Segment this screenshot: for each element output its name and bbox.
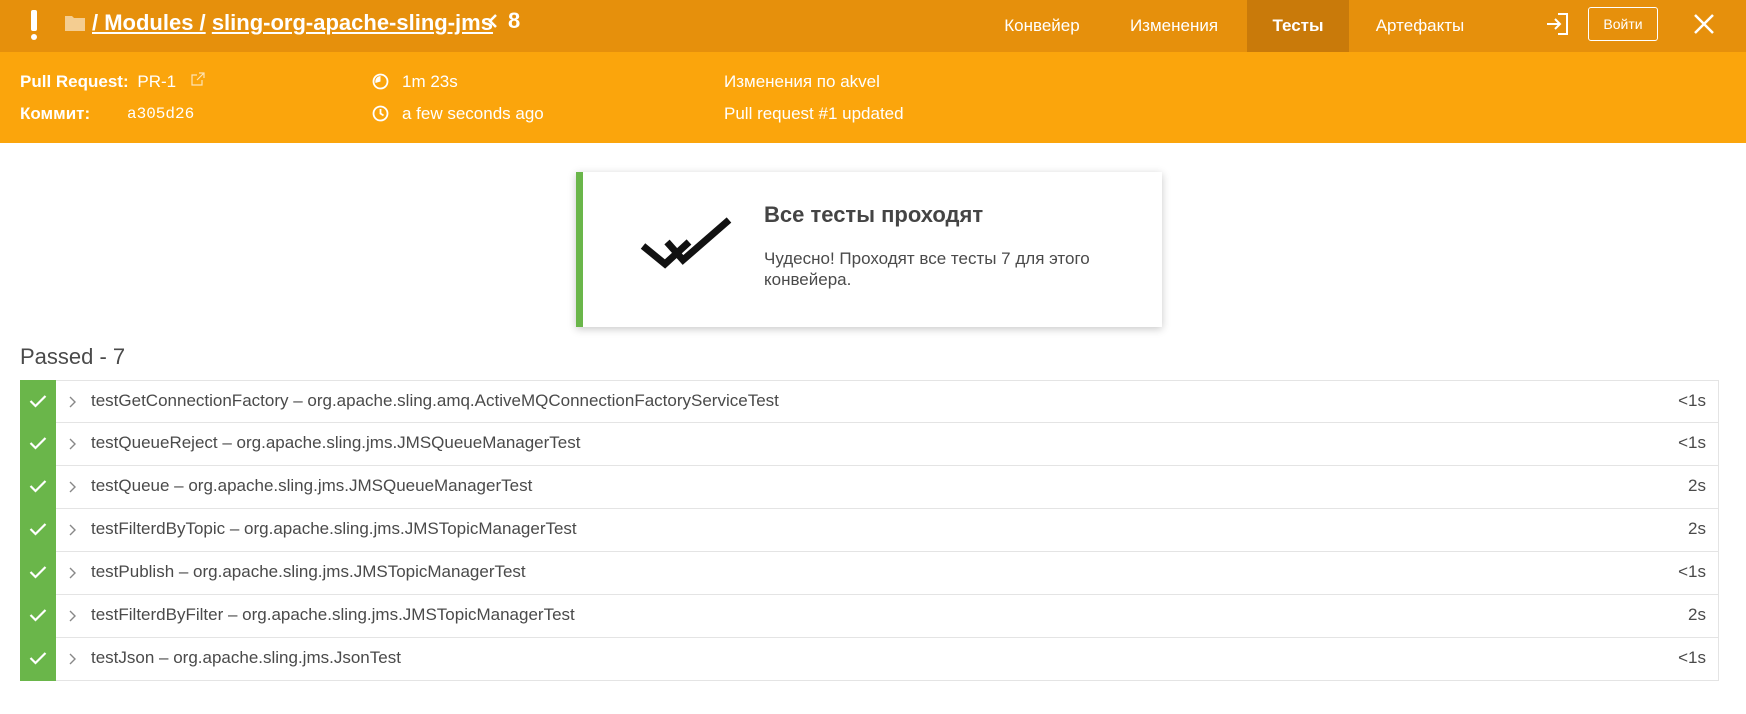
test-duration: <1s xyxy=(1678,648,1706,667)
external-link-icon[interactable] xyxy=(191,72,205,86)
chevron-left-icon xyxy=(488,14,497,28)
test-name: testPublish – org.apache.sling.jms.JMSTo… xyxy=(91,562,526,581)
pull-request-info: Pull Request: PR-1 xyxy=(20,72,176,92)
check-icon xyxy=(29,566,47,579)
tab-changes-label: Изменения xyxy=(1129,16,1219,35)
duration-text: 1m 23s xyxy=(402,72,458,91)
chevron-right-icon[interactable] xyxy=(67,609,77,623)
login-button[interactable]: Войти xyxy=(1588,7,1658,41)
commit-info: Коммит: xyxy=(20,104,90,124)
duration-icon xyxy=(372,73,389,90)
run-info-bar: Pull Request: PR-1 Коммит: a305d26 1m 23… xyxy=(0,52,1746,143)
breadcrumb-pipeline-link[interactable]: sling-org-apache-sling-jms xyxy=(212,10,493,35)
test-row[interactable]: testJson – org.apache.sling.jms.JsonTest… xyxy=(20,637,1719,681)
sign-in-icon[interactable] xyxy=(1544,11,1570,37)
test-duration: <1s xyxy=(1678,433,1706,452)
check-icon xyxy=(29,523,47,536)
tab-tests[interactable]: Тесты xyxy=(1247,0,1349,52)
test-status-passed xyxy=(20,594,56,638)
test-name: testFilterdByFilter – org.apache.sling.j… xyxy=(91,605,575,624)
time-ago-text: a few seconds ago xyxy=(402,104,544,123)
summary-text: Чудесно! Проходят все тесты 7 для этого … xyxy=(764,249,1090,289)
top-bar: / Modules / sling-org-apache-sling-jms 8… xyxy=(0,0,1746,52)
tab-pipeline[interactable]: Конвейер xyxy=(986,0,1098,52)
test-status-passed xyxy=(20,465,56,509)
test-duration: 2s xyxy=(1688,519,1706,538)
chevron-right-icon[interactable] xyxy=(67,395,77,409)
chevron-right-icon[interactable] xyxy=(67,523,77,537)
test-row[interactable]: testFilterdByFilter – org.apache.sling.j… xyxy=(20,594,1719,638)
summary-title: Все тесты проходят xyxy=(764,202,984,227)
double-check-icon xyxy=(640,217,732,269)
check-icon xyxy=(29,437,47,450)
run-cause-text: Pull request #1 updated xyxy=(724,104,904,123)
test-status-passed xyxy=(20,637,56,681)
test-duration: <1s xyxy=(1678,391,1706,410)
pull-request-value: PR-1 xyxy=(137,72,177,91)
tab-tests-label: Тесты xyxy=(1272,16,1324,35)
tab-changes[interactable]: Изменения xyxy=(1110,0,1238,52)
check-icon xyxy=(29,480,47,493)
test-row[interactable]: testQueue – org.apache.sling.jms.JMSQueu… xyxy=(20,465,1719,509)
check-icon xyxy=(29,395,47,408)
tests-summary-card: Все тесты проходят Чудесно! Проходят все… xyxy=(576,172,1162,327)
test-name: testGetConnectionFactory – org.apache.sl… xyxy=(91,391,779,410)
breadcrumb: / Modules / sling-org-apache-sling-jms xyxy=(92,10,493,36)
chevron-right-icon[interactable] xyxy=(67,437,77,451)
passed-heading: Passed - 7 xyxy=(20,344,126,369)
close-icon[interactable] xyxy=(1692,12,1716,36)
clock-icon xyxy=(372,105,389,122)
run-number-value: 8 xyxy=(508,8,521,33)
check-icon xyxy=(29,652,47,665)
test-row[interactable]: testPublish – org.apache.sling.jms.JMSTo… xyxy=(20,551,1719,595)
commit-hash[interactable]: a305d26 xyxy=(127,105,194,123)
test-name: testFilterdByTopic – org.apache.sling.jm… xyxy=(91,519,577,538)
unstable-status-icon xyxy=(30,10,38,40)
test-row[interactable]: testGetConnectionFactory – org.apache.sl… xyxy=(20,380,1719,424)
tab-artifacts[interactable]: Артефакты xyxy=(1362,0,1478,52)
test-duration: 2s xyxy=(1688,605,1706,624)
changes-by-text: Изменения по akvel xyxy=(724,72,880,91)
test-row[interactable]: testQueueReject – org.apache.sling.jms.J… xyxy=(20,422,1719,466)
chevron-right-icon[interactable] xyxy=(67,566,77,580)
check-icon xyxy=(29,609,47,622)
tab-artifacts-label: Артефакты xyxy=(1375,16,1465,35)
test-status-passed xyxy=(20,508,56,552)
test-status-passed xyxy=(20,422,56,466)
test-duration: 2s xyxy=(1688,476,1706,495)
test-name: testQueueReject – org.apache.sling.jms.J… xyxy=(91,433,581,452)
tab-pipeline-label: Конвейер xyxy=(1004,16,1080,35)
pull-request-label: Pull Request: xyxy=(20,72,129,91)
test-duration: <1s xyxy=(1678,562,1706,581)
test-row[interactable]: testFilterdByTopic – org.apache.sling.jm… xyxy=(20,508,1719,552)
breadcrumb-path[interactable]: / Modules / xyxy=(92,10,206,35)
passed-tests-list: testGetConnectionFactory – org.apache.sl… xyxy=(20,380,1719,681)
folder-icon xyxy=(65,16,85,31)
test-status-passed xyxy=(20,551,56,595)
test-name: testJson – org.apache.sling.jms.JsonTest xyxy=(91,648,401,667)
chevron-right-icon[interactable] xyxy=(67,652,77,666)
chevron-right-icon[interactable] xyxy=(67,480,77,494)
test-name: testQueue – org.apache.sling.jms.JMSQueu… xyxy=(91,476,533,495)
commit-label: Коммит: xyxy=(20,104,91,123)
run-number: 8 xyxy=(488,8,520,34)
test-status-passed xyxy=(20,380,56,424)
